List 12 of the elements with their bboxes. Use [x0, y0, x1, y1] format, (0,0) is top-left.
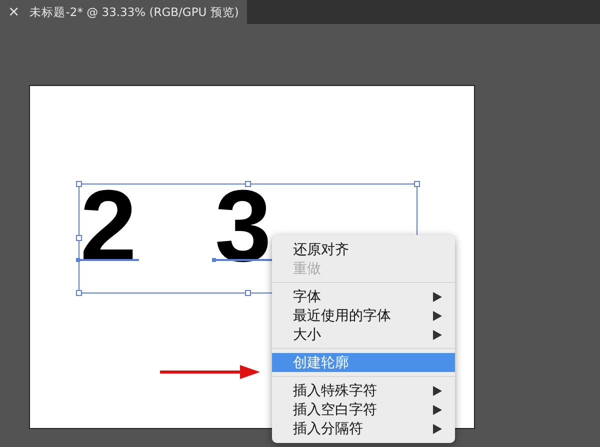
close-icon[interactable]: ×: [8, 4, 20, 20]
document-title: 未标题-2* @ 33.33% (RGB/GPU 预览): [30, 4, 239, 20]
arrow-icon: [160, 365, 260, 379]
menu-item[interactable]: 插入分隔符: [272, 419, 455, 438]
menu-item[interactable]: 插入特殊字符: [272, 381, 455, 400]
menu-item[interactable]: 插入空白字符: [272, 400, 455, 419]
menu-item[interactable]: 大小: [272, 325, 455, 344]
menu-item[interactable]: 字体: [272, 287, 455, 306]
document-tab[interactable]: × 未标题-2* @ 33.33% (RGB/GPU 预览): [0, 0, 247, 24]
text-glyph: 3: [214, 186, 272, 266]
menu-item[interactable]: 最近使用的字体: [272, 306, 455, 325]
menu-item[interactable]: 还原对齐: [272, 240, 455, 259]
